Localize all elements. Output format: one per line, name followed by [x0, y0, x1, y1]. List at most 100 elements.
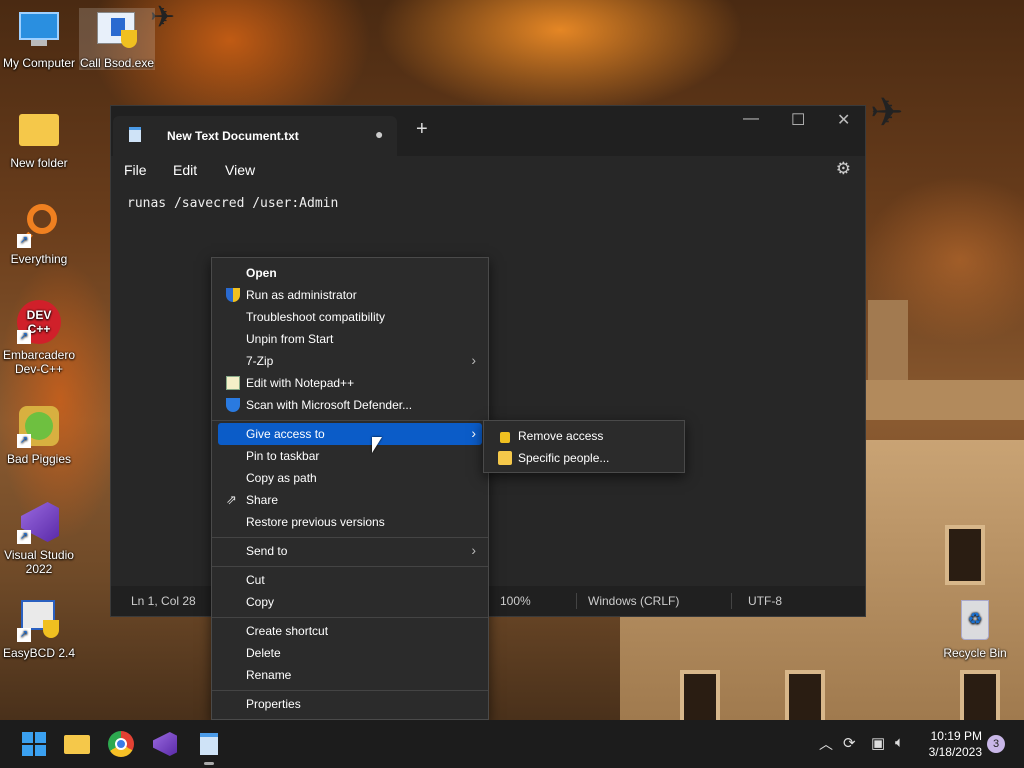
desktop-icon-label: Recycle Bin [943, 646, 1007, 660]
menu-item-label: Delete [246, 646, 281, 660]
menu-item-label: Unpin from Start [246, 332, 334, 346]
menu-item-label: Remove access [518, 429, 604, 443]
menu-item-rename[interactable]: Rename [218, 664, 482, 686]
desktop-icon-everything[interactable]: ↗ Everything [1, 204, 77, 266]
menu-item-label: Open [246, 266, 277, 280]
menu-item-properties[interactable]: Properties [218, 693, 482, 715]
context-menu: Open Run as administrator Troubleshoot c… [211, 257, 489, 720]
maximize-button[interactable]: ☐ [791, 110, 805, 130]
menu-item-copy[interactable]: Copy [218, 591, 482, 613]
close-button[interactable]: ✕ [837, 110, 850, 130]
chevron-right-icon: › [471, 352, 476, 368]
desktop-icon-label: Bad Piggies [6, 452, 72, 466]
menu-item-7zip[interactable]: 7-Zip › [218, 350, 482, 372]
pig-icon: ↗ [17, 404, 61, 448]
menu-item-label: Copy as path [246, 471, 317, 485]
desktop-icon-label: Everything [10, 252, 68, 266]
menu-item-label: Run as administrator [246, 288, 357, 302]
menu-item-run-as-admin[interactable]: Run as administrator [218, 284, 482, 306]
menu-item-label: Restore previous versions [246, 515, 385, 529]
desktop-icon-visual-studio[interactable]: ↗ Visual Studio 2022 [1, 500, 77, 576]
start-button[interactable] [20, 730, 48, 758]
chrome-icon[interactable] [107, 730, 135, 758]
desktop-icon-recycle-bin[interactable]: ♻ Recycle Bin [937, 598, 1013, 660]
sync-icon[interactable]: ⟳ [843, 734, 856, 752]
desktop-icon-bad-piggies[interactable]: ↗ Bad Piggies [1, 404, 77, 466]
give-access-submenu: Remove access Specific people... [483, 420, 685, 473]
lock-icon [500, 432, 510, 443]
new-tab-button[interactable]: + [416, 119, 428, 139]
menu-separator [212, 537, 488, 538]
minimize-button[interactable]: — [743, 110, 759, 128]
menu-item-specific-people[interactable]: Specific people... [488, 447, 680, 469]
file-explorer-icon[interactable] [63, 730, 91, 758]
desktop-icon-call-bsod[interactable]: Call Bsod.exe [79, 8, 155, 70]
desktop-icon-my-computer[interactable]: My Computer [1, 8, 77, 70]
monitor-icon [17, 8, 61, 52]
people-folder-icon [498, 451, 512, 465]
menu-item-label: Properties [246, 697, 301, 711]
menu-item-copy-path[interactable]: Copy as path [218, 467, 482, 489]
tab-title: New Text Document.txt [167, 129, 299, 143]
folder-icon [17, 108, 61, 152]
magnifier-icon: ↗ [17, 204, 61, 248]
notification-badge[interactable]: 3 [987, 735, 1005, 753]
shortcut-arrow-icon: ↗ [17, 434, 31, 448]
menu-edit[interactable]: Edit [173, 162, 197, 178]
gear-icon[interactable]: ⚙ [836, 159, 851, 179]
executable-icon [95, 8, 139, 52]
menu-item-restore-versions[interactable]: Restore previous versions [218, 511, 482, 533]
desktop-icon-new-folder[interactable]: New folder [1, 108, 77, 170]
status-zoom[interactable]: 100% [500, 594, 531, 608]
status-encoding[interactable]: UTF-8 [748, 594, 782, 608]
menu-item-remove-access[interactable]: Remove access [488, 425, 680, 447]
menu-bar: File Edit View ⚙ [111, 156, 865, 184]
status-line-ending[interactable]: Windows (CRLF) [588, 594, 679, 608]
editor-text[interactable]: runas /savecred /user:Admin [127, 196, 338, 211]
tab-new-text-document[interactable]: New Text Document.txt ● [113, 116, 397, 156]
shortcut-arrow-icon: ↗ [17, 628, 31, 642]
notepad-icon [129, 127, 141, 142]
desktop-icon-label: New folder [10, 156, 68, 170]
menu-item-pin-taskbar[interactable]: Pin to taskbar [218, 445, 482, 467]
menu-item-create-shortcut[interactable]: Create shortcut [218, 620, 482, 642]
menu-separator [212, 566, 488, 567]
desktop-icon-devcpp[interactable]: DEV C++ ↗ Embarcadero Dev-C++ [1, 300, 77, 376]
recycle-bin-icon: ♻ [953, 598, 997, 642]
menu-item-unpin-start[interactable]: Unpin from Start [218, 328, 482, 350]
desktop-icon-easybcd[interactable]: ↗ EasyBCD 2.4 [1, 598, 77, 660]
shortcut-arrow-icon: ↗ [17, 234, 31, 248]
menu-item-share[interactable]: ⇗ Share [218, 489, 482, 511]
desktop-icon-label: Visual Studio 2022 [4, 548, 74, 576]
menu-view[interactable]: View [225, 162, 255, 178]
menu-item-label: Create shortcut [246, 624, 329, 638]
menu-item-label: Cut [246, 573, 265, 587]
title-bar[interactable]: New Text Document.txt ● + — ☐ ✕ [111, 106, 865, 156]
menu-item-give-access[interactable]: Give access to › [218, 423, 482, 445]
menu-item-send-to[interactable]: Send to › [218, 540, 482, 562]
menu-item-label: Copy [246, 595, 275, 609]
notepad-taskbar-icon[interactable] [195, 730, 223, 765]
menu-item-label: Edit with Notepad++ [246, 376, 355, 390]
menu-item-notepadpp[interactable]: Edit with Notepad++ [218, 372, 482, 394]
menu-item-label: Rename [246, 668, 292, 682]
clock[interactable]: 10:19 PM 3/18/2023 [924, 728, 982, 760]
menu-item-label: Troubleshoot compatibility [246, 310, 385, 324]
menu-item-label: 7-Zip [246, 354, 274, 368]
status-divider [576, 593, 577, 609]
menu-item-defender[interactable]: Scan with Microsoft Defender... [218, 394, 482, 416]
menu-item-cut[interactable]: Cut [218, 569, 482, 591]
menu-separator [212, 420, 488, 421]
visual-studio-taskbar-icon[interactable] [151, 730, 179, 758]
menu-item-delete[interactable]: Delete [218, 642, 482, 664]
tab-modified-indicator[interactable]: ● [375, 126, 383, 142]
easybcd-icon: ↗ [17, 598, 61, 642]
volume-icon[interactable]: 🔈︎ [895, 734, 904, 751]
menu-item-troubleshoot[interactable]: Troubleshoot compatibility [218, 306, 482, 328]
menu-file[interactable]: File [124, 162, 147, 178]
menu-item-open[interactable]: Open [218, 262, 482, 284]
clock-date: 3/18/2023 [928, 745, 982, 759]
tray-overflow-chevron-icon[interactable]: ︿ [819, 734, 833, 754]
status-divider [731, 593, 732, 609]
network-icon[interactable]: ▣ [871, 734, 885, 752]
